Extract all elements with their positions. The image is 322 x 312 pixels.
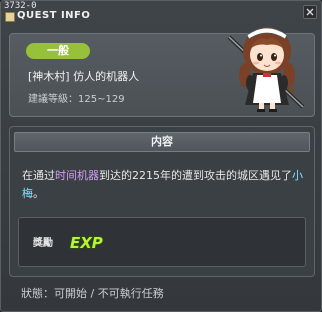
close-icon [306, 8, 314, 16]
window-title: QUEST INFO [17, 10, 91, 21]
desc-text-1: 在通过 [22, 169, 55, 182]
quest-name: [神木村] 仿人的机器人 [28, 70, 140, 83]
reward-box: 獎勵 EXP [18, 217, 306, 267]
maid-npc-portrait [227, 27, 305, 112]
desc-highlight-item: 时间机器 [55, 169, 99, 182]
content-header: 内容 [14, 132, 310, 152]
reward-item: EXP [70, 234, 103, 252]
level-label: 建議等級： [28, 94, 78, 105]
exp-icon: EXP [69, 233, 103, 253]
quest-info-window: 3732-0 QUEST INFO 一般 [神木村] 仿人的机器人 建議等級：1… [0, 0, 322, 312]
level-range: 125~129 [78, 94, 125, 105]
recommended-level: 建議等級：125~129 [28, 90, 125, 105]
status-value: 可開始 / 不可執行任務 [54, 287, 164, 300]
category-badge: 一般 [26, 43, 90, 59]
desc-text-3: 。 [33, 187, 44, 200]
quest-status: 狀態：可開始 / 不可執行任務 [21, 285, 164, 301]
quest-info-icon [5, 12, 15, 22]
content-panel: 内容 在通过时间机器到达的2215年的遭到攻击的城区遇见了小梅。 獎勵 EXP [9, 126, 315, 277]
status-label: 狀態： [21, 287, 54, 300]
quest-description: 在通过时间机器到达的2215年的遭到攻击的城区遇见了小梅。 [22, 167, 306, 203]
desc-text-2: 到达的2215年的遭到攻击的城区遇见了 [99, 169, 292, 182]
reward-label: 獎勵 [33, 238, 53, 249]
